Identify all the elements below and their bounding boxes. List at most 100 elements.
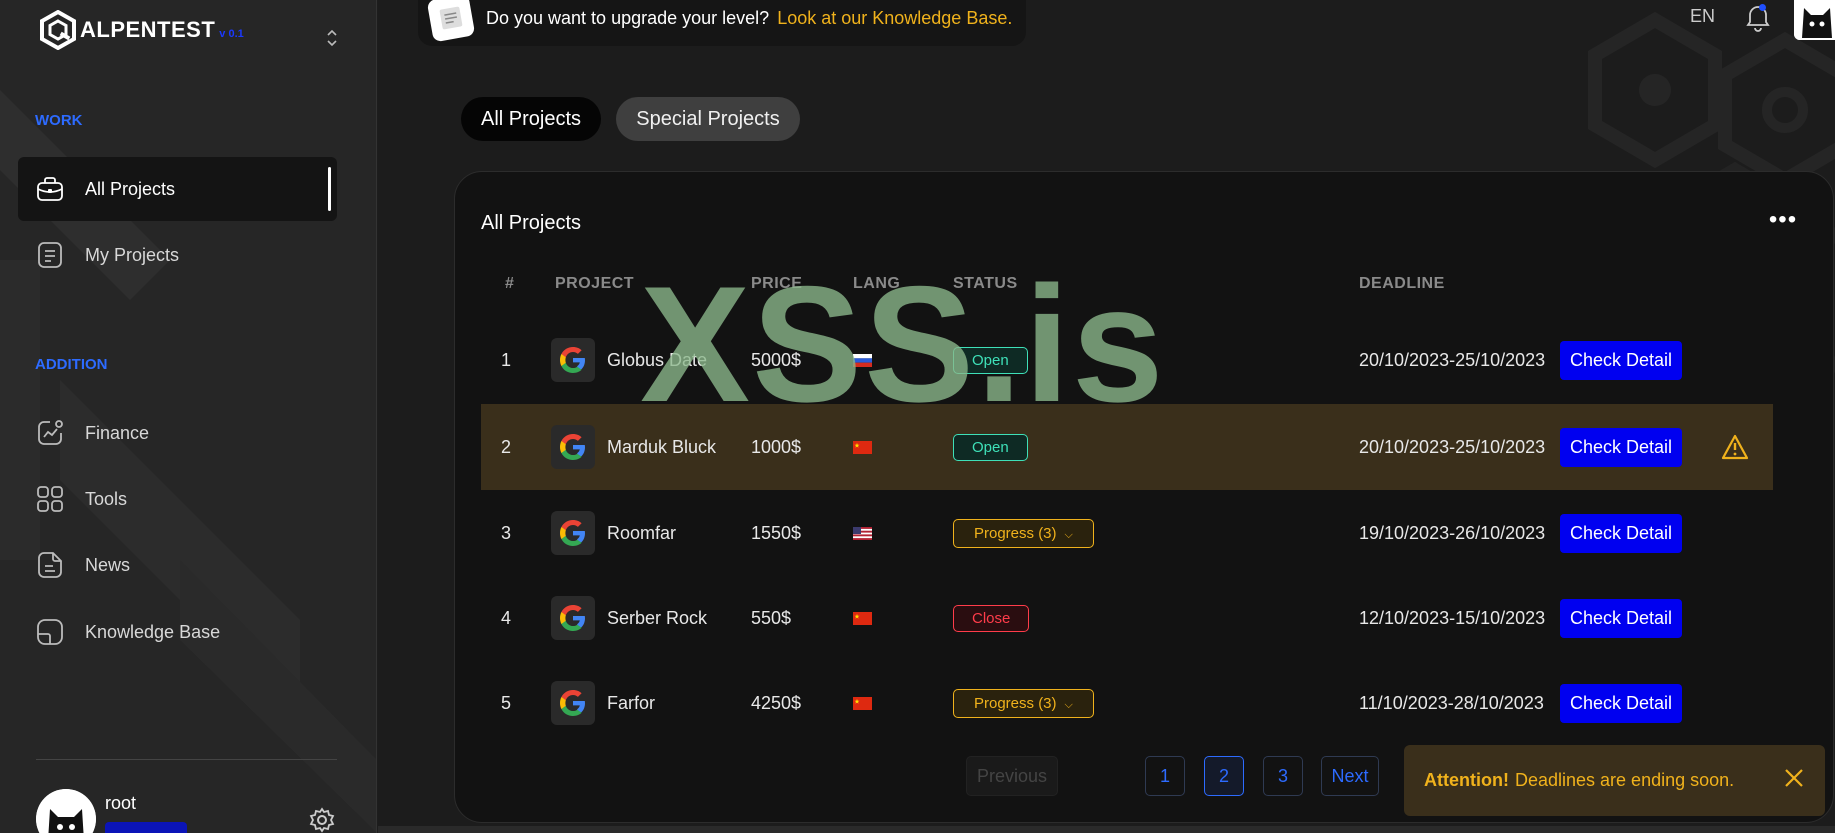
document-list-icon (36, 241, 64, 269)
flag-cn-icon (853, 696, 872, 710)
project-name: Marduk Bluck (607, 436, 717, 457)
sidebar-item-finance[interactable]: Finance (18, 401, 337, 465)
row-number: 4 (501, 607, 512, 628)
flag-ru-icon (853, 353, 872, 367)
pagination-next[interactable]: Next (1321, 756, 1379, 796)
status-dropdown[interactable]: Progress (3) ⌵ (953, 688, 1094, 718)
notification-dot (1759, 4, 1766, 11)
pagination-page-current[interactable]: 2 (1204, 756, 1244, 796)
logo-text: ALPENTEST (80, 17, 216, 42)
google-logo-icon (551, 425, 595, 469)
status-label: Progress (3) (974, 524, 1057, 542)
upgrade-banner: Do you want to upgrade your level? Look … (418, 0, 1027, 46)
row-number: 3 (501, 522, 512, 543)
check-detail-button[interactable]: Check Detail (1560, 513, 1682, 553)
google-logo-icon (551, 511, 595, 555)
column-header-price: PRICE (751, 275, 803, 292)
banner-text: Do you want to upgrade your level? (486, 7, 770, 28)
grid-icon (36, 485, 64, 513)
toast-message: Deadlines are ending soon. (1514, 770, 1735, 790)
sidebar-item-news[interactable]: News (18, 533, 337, 597)
profile-avatar[interactable] (1794, 0, 1835, 40)
tab-special-projects[interactable]: Special Projects (616, 97, 800, 141)
column-header-status: STATUS (953, 275, 1018, 292)
sidebar-item-label: Finance (85, 422, 150, 443)
column-header-number: # (505, 275, 515, 292)
check-detail-button[interactable]: Check Detail (1560, 427, 1682, 467)
sidebar-item-label: All Projects (85, 178, 176, 199)
user-role-badge (105, 822, 187, 833)
project-name: Roomfar (607, 522, 677, 543)
app-version: v 0.1 (219, 28, 244, 40)
column-header-project: PROJECT (555, 275, 635, 292)
project-price: 1550$ (751, 522, 802, 543)
project-price: 550$ (751, 607, 792, 628)
status-label: Open (972, 351, 1009, 369)
google-logo-icon (551, 681, 595, 725)
chevron-down-icon: ⌵ (1064, 698, 1073, 711)
column-header-deadline: DEADLINE (1359, 275, 1445, 292)
bottom-divider (378, 826, 1835, 833)
project-deadline: 20/10/2023-25/10/2023 (1359, 349, 1546, 370)
section-label-work: WORK (35, 112, 83, 129)
toast-title: Attention! (1424, 770, 1509, 790)
deadline-toast: Attention! Deadlines are ending soon. (1404, 745, 1825, 816)
sidebar: ALPENTEST v 0.1 WORK All Projects My Pro… (0, 0, 377, 833)
main-content: Do you want to upgrade your level? Look … (378, 0, 1835, 833)
status-label: Close (972, 609, 1011, 627)
table-row: 1 Globus Date 5000$ Open 20/10/2023-25/1… (481, 317, 1773, 403)
more-options-icon[interactable]: ••• (1733, 206, 1833, 234)
chevron-up-down-icon[interactable] (322, 26, 342, 52)
pagination-page[interactable]: 3 (1263, 756, 1303, 796)
check-detail-button[interactable]: Check Detail (1560, 340, 1682, 380)
sidebar-item-label: My Projects (85, 244, 180, 265)
newspaper-icon (426, 0, 476, 43)
gear-icon[interactable] (309, 807, 335, 833)
briefcase-icon (36, 175, 64, 203)
row-number: 1 (501, 349, 512, 370)
project-price: 1000$ (751, 436, 802, 457)
bell-icon[interactable] (1744, 2, 1772, 32)
flag-us-icon (853, 526, 872, 540)
pagination-page[interactable]: 1 (1145, 756, 1185, 796)
sidebar-item-all-projects[interactable]: All Projects (18, 157, 337, 221)
app-logo[interactable]: ALPENTEST v 0.1 (38, 10, 244, 50)
user-name: root (105, 793, 137, 813)
status-dropdown[interactable]: Progress (3) ⌵ (953, 518, 1094, 548)
language-selector[interactable]: EN (1690, 6, 1715, 27)
status-label: Progress (3) (974, 694, 1057, 712)
pagination-previous[interactable]: Previous (966, 756, 1058, 796)
sidebar-item-label: Knowledge Base (85, 621, 221, 642)
table-row: 2 Marduk Bluck 1000$ Open 20/10/2023-25/… (481, 404, 1773, 490)
sidebar-item-tools[interactable]: Tools (18, 467, 337, 531)
knowledge-base-link[interactable]: Look at our Knowledge Base. (777, 8, 1012, 29)
flag-cn-icon (853, 611, 872, 625)
table-row: 4 Serber Rock 550$ Close 12/10/2023-15/1… (481, 575, 1773, 661)
sidebar-item-my-projects[interactable]: My Projects (18, 223, 337, 287)
check-detail-button[interactable]: Check Detail (1560, 683, 1682, 723)
project-deadline: 20/10/2023-25/10/2023 (1359, 436, 1546, 457)
close-icon[interactable] (1781, 765, 1807, 791)
project-deadline: 19/10/2023-26/10/2023 (1359, 522, 1546, 543)
google-logo-icon (551, 596, 595, 640)
project-price: 4250$ (751, 692, 802, 713)
sidebar-item-label: Tools (85, 488, 128, 509)
warning-icon (1721, 434, 1749, 460)
check-detail-button[interactable]: Check Detail (1560, 598, 1682, 638)
chevron-down-icon: ⌵ (1064, 528, 1073, 541)
app: ALPENTEST v 0.1 WORK All Projects My Pro… (0, 0, 1835, 833)
project-price: 5000$ (751, 349, 802, 370)
table-row: 3 Roomfar 1550$ Progress (3) ⌵ 19/10/2023… (481, 490, 1773, 576)
project-deadline: 11/10/2023-28/10/2023 (1359, 692, 1544, 713)
column-header-lang: LANG (853, 275, 901, 292)
table-row: 5 Farfor 4250$ Progress (3) ⌵ 11/10/2023-… (481, 660, 1773, 746)
tab-all-projects[interactable]: All Projects (461, 97, 601, 141)
status-badge[interactable]: Open (953, 346, 1028, 374)
status-badge[interactable]: Open (953, 433, 1028, 461)
status-label: Open (972, 438, 1009, 456)
status-badge[interactable]: Close (953, 604, 1030, 632)
sidebar-item-knowledge-base[interactable]: Knowledge Base (18, 600, 337, 664)
sidebar-item-label: News (85, 554, 131, 575)
book-icon (36, 618, 64, 646)
row-number: 2 (501, 436, 512, 457)
